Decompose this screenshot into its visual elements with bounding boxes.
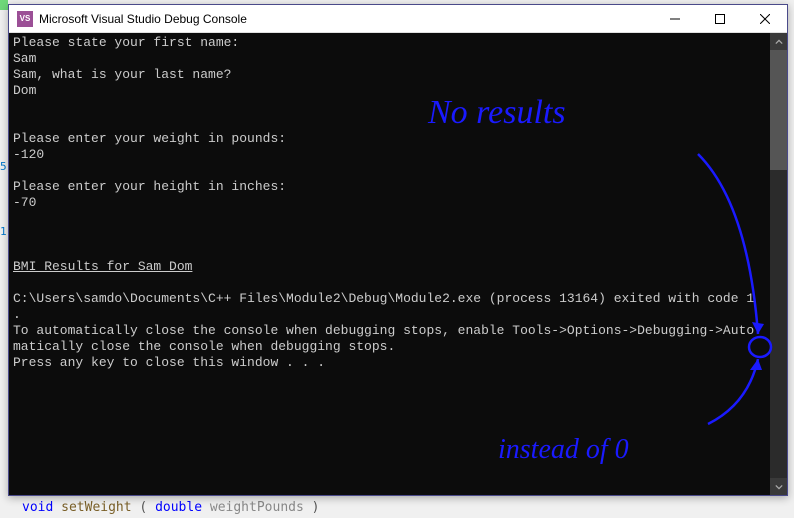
- window-title: Microsoft Visual Studio Debug Console: [39, 12, 652, 26]
- minimize-button[interactable]: [652, 5, 697, 33]
- vertical-scrollbar[interactable]: [770, 33, 787, 495]
- console-line: matically close the console when debuggi…: [13, 339, 395, 354]
- gutter-mark: 1: [0, 225, 7, 238]
- console-line-heading: BMI Results for Sam Dom: [13, 259, 192, 274]
- scroll-thumb[interactable]: [770, 50, 787, 170]
- console-line: To automatically close the console when …: [13, 323, 754, 338]
- console-line: Dom: [13, 83, 36, 98]
- debug-console-window: VS Microsoft Visual Studio Debug Console…: [8, 4, 788, 496]
- console-line: Please enter your weight in pounds:: [13, 131, 286, 146]
- scroll-down-button[interactable]: [770, 478, 787, 495]
- gutter-mark: 5: [0, 160, 7, 173]
- param: weightPounds: [210, 500, 304, 515]
- console-area: Please state your first name: Sam Sam, w…: [9, 33, 787, 495]
- console-line: Please state your first name:: [13, 35, 239, 50]
- paren: ): [312, 500, 320, 515]
- chevron-down-icon: [775, 483, 783, 491]
- scroll-up-button[interactable]: [770, 33, 787, 50]
- app-icon: VS: [17, 11, 33, 27]
- console-line: Press any key to close this window . . .: [13, 355, 325, 370]
- console-line: Sam: [13, 51, 36, 66]
- chevron-up-icon: [775, 38, 783, 46]
- keyword: void: [22, 500, 53, 515]
- close-button[interactable]: [742, 5, 787, 33]
- paren: (: [139, 500, 147, 515]
- console-line: Please enter your height in inches:: [13, 179, 286, 194]
- console-line: -120: [13, 147, 44, 162]
- console-output[interactable]: Please state your first name: Sam Sam, w…: [9, 33, 770, 495]
- minimize-icon: [670, 14, 680, 24]
- type: double: [155, 500, 202, 515]
- background-code-line: void setWeight ( double weightPounds ): [22, 500, 319, 515]
- title-bar[interactable]: VS Microsoft Visual Studio Debug Console: [9, 5, 787, 33]
- console-line: C:\Users\samdo\Documents\C++ Files\Modul…: [13, 291, 754, 306]
- window-controls: [652, 5, 787, 32]
- close-icon: [760, 14, 770, 24]
- console-line: -70: [13, 195, 36, 210]
- console-line: .: [13, 307, 21, 322]
- editor-gutter: [0, 0, 8, 500]
- maximize-icon: [715, 14, 725, 24]
- maximize-button[interactable]: [697, 5, 742, 33]
- function-name: setWeight: [61, 500, 131, 515]
- console-line: Sam, what is your last name?: [13, 67, 231, 82]
